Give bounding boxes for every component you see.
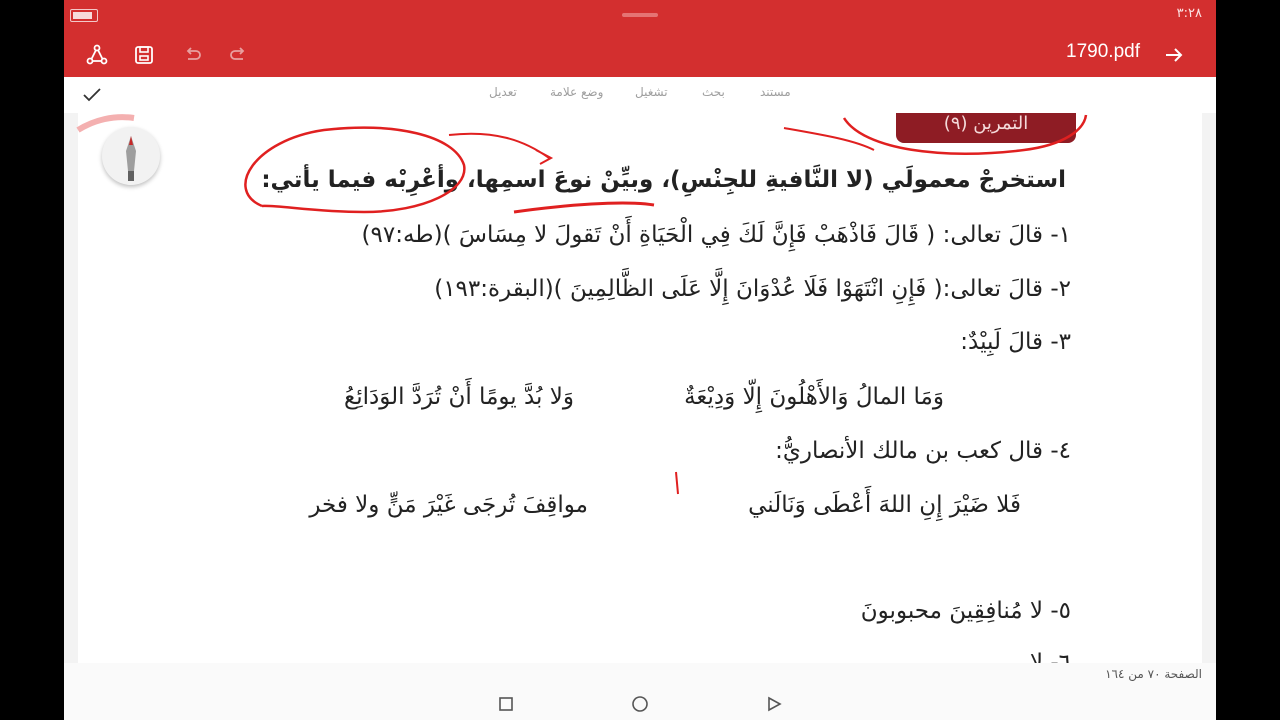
item-5: ٥- لا مُنافِقِينَ محبوبونَ xyxy=(860,598,1071,624)
redo-icon[interactable] xyxy=(224,40,254,70)
save-icon[interactable] xyxy=(129,40,159,70)
item-2: ٢- قالَ تعالى:( فَإِنِ انْتَهَوْا فَلَا … xyxy=(434,276,1071,302)
top-toolbar: ٣:٢٨ 1790.pdf xyxy=(64,0,1216,77)
document-title: 1790.pdf xyxy=(1066,41,1140,62)
nav-triangle-icon[interactable] xyxy=(764,694,784,714)
menu-bookmark[interactable]: وضع علامة xyxy=(550,85,603,99)
menu-document[interactable]: مستند xyxy=(760,85,791,99)
item-6-partial: ٦- لا ... xyxy=(1000,650,1071,663)
undo-icon[interactable] xyxy=(177,40,207,70)
pdf-page[interactable] xyxy=(78,113,1202,663)
item-4: ٤- قال كعب بن مالك الأنصاريُّ: xyxy=(775,438,1071,464)
poem2-second-hemistich: مواقِفَ تُرجَى غَيْرَ مَنٍّ ولا فخر xyxy=(309,492,588,518)
poem2-first-hemistich: فَلا ضَيْرَ إِنِ اللهَ أَعْطَى وَنَالَني xyxy=(748,492,1021,518)
nav-square-icon[interactable] xyxy=(496,694,516,714)
menu-edit[interactable]: تعديل xyxy=(489,85,517,99)
exercise-banner: التمرين (٩) xyxy=(896,113,1076,143)
drag-handle[interactable] xyxy=(622,13,658,17)
menu-play[interactable]: تشغيل xyxy=(635,85,668,99)
pen-icon xyxy=(126,136,136,181)
page-gutter-right xyxy=(1202,113,1216,663)
battery-icon xyxy=(70,9,98,22)
share-icon[interactable] xyxy=(82,40,112,70)
item-1: ١- قالَ تعالى: ( قَالَ فَاذْهَبْ فَإِنَّ… xyxy=(361,222,1071,248)
pen-tool-button[interactable] xyxy=(102,127,160,185)
nav-circle-icon[interactable] xyxy=(630,694,650,714)
pdf-reader-screen: ٣:٢٨ 1790.pdf مستند بحث تشغيل وضع علامة … xyxy=(64,0,1216,720)
menu-bar: مستند بحث تشغيل وضع علامة تعديل xyxy=(64,77,1216,114)
page-info: الصفحة ٧٠ من ١٦٤ xyxy=(1105,667,1202,681)
page-gutter-left xyxy=(64,113,78,663)
menu-search[interactable]: بحث xyxy=(702,85,725,99)
forward-arrow-icon[interactable] xyxy=(1159,40,1189,70)
poem1-first-hemistich: وَمَا المالُ وَالأَهْلُونَ إِلّا وَدِيْع… xyxy=(684,384,944,410)
exercise-heading: استخرجْ معمولَي (لا النَّافيةِ للجِنْسِ)… xyxy=(261,167,1066,193)
poem1-second-hemistich: وَلا بُدَّ يومًا أَنْ تُرَدَّ الوَدَائِع… xyxy=(343,384,574,410)
status-time: ٣:٢٨ xyxy=(1176,6,1202,21)
check-icon[interactable] xyxy=(82,86,102,108)
item-3: ٣- قالَ لَبِيْدٌ: xyxy=(960,329,1071,355)
